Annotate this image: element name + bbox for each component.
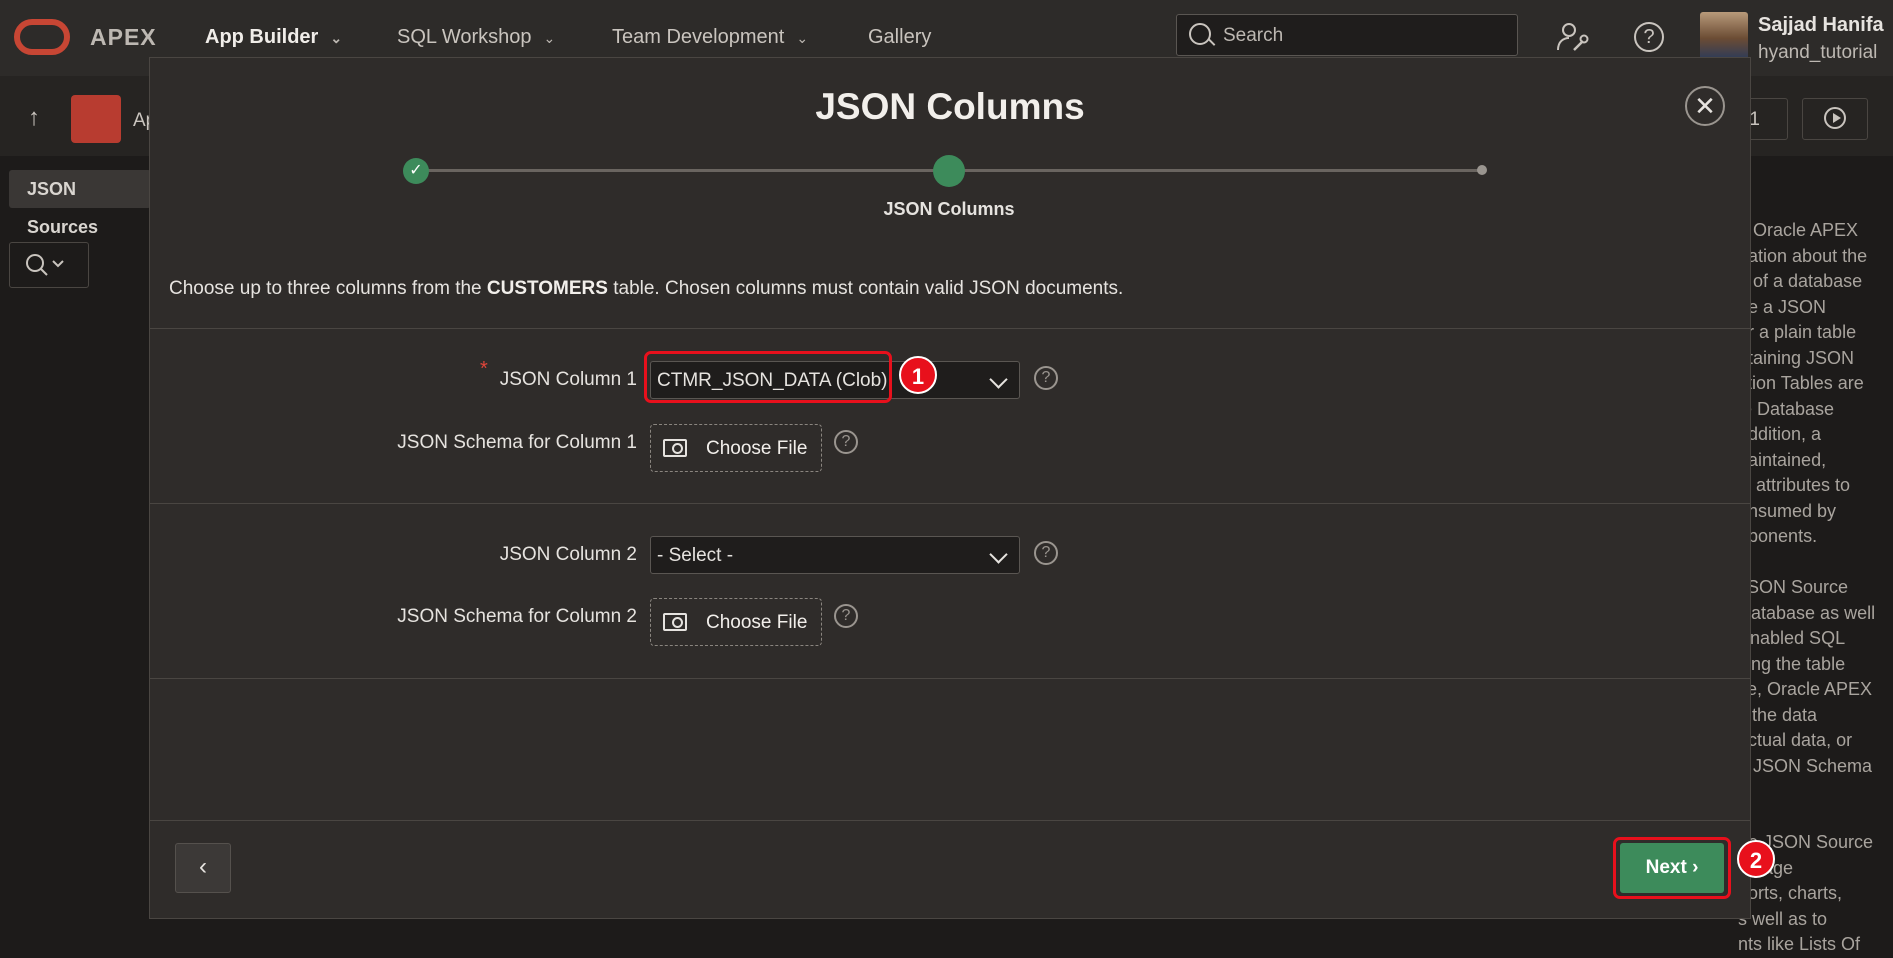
run-page-button[interactable] <box>1802 98 1868 140</box>
help-text-line: ction Tables are <box>1738 373 1864 393</box>
region-search-button[interactable] <box>9 242 89 288</box>
choose-file-label: Choose File <box>706 438 808 459</box>
nav-sql-workshop[interactable]: SQL Workshop ⌄ <box>397 26 555 49</box>
help-text-line <box>1738 805 1888 831</box>
help-text-line: d JSON Schema <box>1738 755 1873 776</box>
nav-app-builder-label: App Builder <box>205 26 319 48</box>
annotation-badge-2: 2 <box>1737 840 1775 878</box>
help-text-line: onsumed by <box>1738 500 1837 521</box>
json-schema-2-label: JSON Schema for Column 2 <box>397 606 637 627</box>
dialog-title: JSON Columns <box>815 86 1085 127</box>
help-text-line: s the data <box>1738 704 1818 725</box>
search-icon <box>1189 23 1211 45</box>
help-text-line: actual data, or <box>1738 730 1853 750</box>
json-column-2-value: - Select - <box>657 545 734 566</box>
avatar[interactable] <box>1700 12 1748 60</box>
user-wrench-svg <box>1557 23 1589 51</box>
user-name[interactable]: Sajjad Hanifa <box>1758 14 1884 37</box>
oracle-logo-icon[interactable] <box>14 19 70 55</box>
help-icon[interactable]: ? <box>834 604 858 628</box>
instruction-suffix: table. Chosen columns must contain valid… <box>607 278 1124 299</box>
help-text-line <box>1738 779 1888 805</box>
step-label: JSON Columns <box>883 199 1015 219</box>
help-text-line: nponents. <box>1738 526 1818 546</box>
json-schema-1-label: JSON Schema for Column 1 <box>397 432 637 453</box>
play-icon <box>1824 107 1846 129</box>
nav-team-development[interactable]: Team Development ⌄ <box>612 26 808 49</box>
highlight-next <box>1613 837 1731 899</box>
footer-divider <box>150 820 1750 821</box>
help-text-line: Enabled SQL <box>1738 628 1846 648</box>
json-schema-2-file-button[interactable]: Choose File <box>650 598 822 646</box>
previous-button[interactable]: ‹ <box>175 843 231 893</box>
user-workspace: hyand_tutorial <box>1758 42 1878 63</box>
help-text-line: king the table <box>1738 653 1846 674</box>
app-icon[interactable] <box>71 95 121 143</box>
step-current-marker <box>933 155 965 187</box>
close-button[interactable]: ✕ <box>1685 86 1725 126</box>
help-text-line: e of a database <box>1738 271 1863 291</box>
nav-gallery-label: Gallery <box>868 26 932 48</box>
help-text-line: le Database <box>1738 398 1835 419</box>
divider <box>150 503 1750 504</box>
folder-search-icon <box>663 439 687 457</box>
choose-file-label: Choose File <box>706 612 808 633</box>
help-text-line: naintained, <box>1738 449 1827 470</box>
help-text-line: Database as well <box>1738 602 1876 623</box>
chevron-down-icon: ⌄ <box>543 30 556 46</box>
help-icon[interactable]: ? <box>834 430 858 454</box>
json-column-2-select[interactable]: - Select - <box>650 536 1020 574</box>
json-column-1-label: JSON Column 1 <box>499 369 637 390</box>
divider <box>150 678 1750 679</box>
folder-search-icon <box>663 613 687 631</box>
help-icon[interactable]: ? <box>1034 366 1058 390</box>
tab-json-sources[interactable]: JSON Sources <box>9 170 151 237</box>
help-text-line: se, Oracle APEX <box>1738 679 1873 699</box>
close-icon: ✕ <box>1694 91 1716 121</box>
chevron-down-icon <box>989 370 1008 389</box>
search-input[interactable] <box>1221 21 1505 51</box>
help-text-line: nts like Lists Of <box>1738 934 1861 954</box>
administration-icon[interactable] <box>1555 20 1589 61</box>
nav-gallery[interactable]: Gallery <box>868 26 931 49</box>
help-text-line: nation about the <box>1738 245 1868 266</box>
chevron-down-icon: ⌄ <box>330 30 343 46</box>
annotation-badge-1: 1 <box>899 356 937 394</box>
help-text-line: ports, charts, <box>1738 883 1843 903</box>
help-text-line <box>1738 550 1888 576</box>
apex-brand[interactable]: APEX <box>90 24 157 51</box>
help-text-line: or a plain table <box>1738 322 1857 342</box>
help-text-line: N attributes to <box>1738 475 1851 495</box>
help-text-line: n Oracle APEX <box>1738 220 1859 240</box>
help-icon[interactable]: ? <box>1034 541 1058 565</box>
help-icon[interactable]: ? <box>1634 22 1664 52</box>
divider <box>150 328 1750 329</box>
search-icon <box>26 254 64 276</box>
help-text-line: addition, a <box>1738 424 1822 444</box>
nav-team-development-label: Team Development <box>612 26 785 48</box>
nav-app-builder[interactable]: App Builder ⌄ <box>205 26 342 49</box>
step-completed-check-icon: ✓ <box>403 158 429 184</box>
global-search <box>1176 14 1518 56</box>
instruction-prefix: Choose up to three columns from the <box>169 278 487 299</box>
arrow-up-icon[interactable]: ↑ <box>28 104 40 132</box>
chevron-down-icon: ⌄ <box>796 30 809 46</box>
json-schema-1-file-button[interactable]: Choose File <box>650 424 822 472</box>
chevron-left-icon: ‹ <box>199 853 207 880</box>
instruction-text: Choose up to three columns from the CUST… <box>169 278 1123 300</box>
json-columns-dialog: JSON Columns ✕ ✓ JSON Columns Choose up … <box>149 57 1775 919</box>
help-text-line: ntaining JSON <box>1738 347 1855 368</box>
help-text-line: JSON Source <box>1738 577 1849 597</box>
highlight-column-1 <box>644 351 892 403</box>
help-text-line: be a JSON <box>1738 296 1827 317</box>
nav-sql-workshop-label: SQL Workshop <box>397 26 532 48</box>
help-text-line: s well as to <box>1738 908 1828 929</box>
chevron-down-icon <box>989 545 1008 564</box>
json-column-2-label: JSON Column 2 <box>499 544 637 565</box>
step-upcoming-marker <box>1477 165 1487 175</box>
instruction-table-name: CUSTOMERS <box>486 278 608 299</box>
